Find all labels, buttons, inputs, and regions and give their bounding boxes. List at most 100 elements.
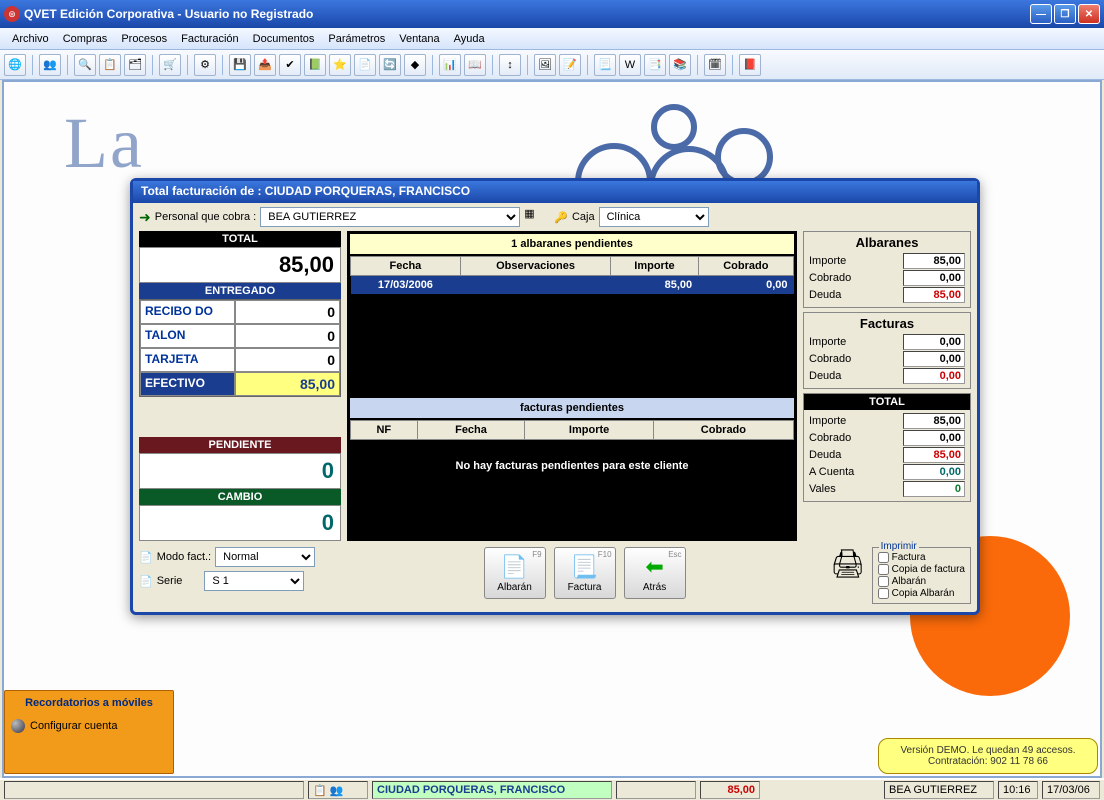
cambio-value: 0: [139, 505, 341, 541]
status-cell: [4, 781, 304, 799]
pendiente-value: 0: [139, 453, 341, 489]
brand-watermark: La: [64, 102, 144, 185]
dialog-title: Total facturación de : CIUDAD PORQUERAS,…: [133, 181, 977, 203]
tool-icon[interactable]: 📄: [354, 54, 376, 76]
tool-icon[interactable]: 📑: [644, 54, 666, 76]
doc-icon: 📄: [139, 551, 153, 564]
document-icon: 📃: [571, 554, 598, 580]
menu-ventana[interactable]: Ventana: [393, 31, 445, 47]
status-client: CIUDAD PORQUERAS, FRANCISCO: [372, 781, 612, 799]
tool-icon[interactable]: 🔍: [74, 54, 96, 76]
payment-row: TALON0: [140, 324, 340, 348]
summary-facturas: Facturas Importe0,00 Cobrado0,00 Deuda0,…: [803, 312, 971, 389]
personal-label: Personal que cobra :: [155, 211, 257, 223]
tool-icon[interactable]: 📊: [439, 54, 461, 76]
factura-button[interactable]: F10📃Factura: [554, 547, 616, 599]
reminders-title: Recordatorios a móviles: [11, 697, 167, 709]
caja-label: Caja: [572, 211, 595, 223]
tool-icon[interactable]: 🗓: [704, 54, 726, 76]
tool-icon[interactable]: 💾: [229, 54, 251, 76]
printer-icon[interactable]: 🖨: [830, 547, 866, 580]
payment-row: EFECTIVO85,00: [140, 372, 340, 396]
albaranes-table[interactable]: FechaObservacionesImporteCobrado 17/03/2…: [350, 256, 794, 294]
albaranes-title: 1 albaranes pendientes: [350, 234, 794, 254]
status-icons: 📋 👥: [308, 781, 368, 799]
status-date: 17/03/06: [1042, 781, 1100, 799]
summary-albaranes: Albaranes Importe85,00 Cobrado0,00 Deuda…: [803, 231, 971, 308]
caja-select[interactable]: Clínica: [599, 207, 709, 227]
facturas-table[interactable]: NFFechaImporteCobrado: [350, 420, 794, 440]
status-cell: [616, 781, 696, 799]
status-amount: 85,00: [700, 781, 760, 799]
print-options: Imprimir Factura Copia de factura Albará…: [872, 547, 971, 604]
tool-icon[interactable]: 📚: [669, 54, 691, 76]
tool-icon[interactable]: 📖: [464, 54, 486, 76]
facturas-empty: No hay facturas pendientes para este cli…: [350, 442, 794, 538]
pendiente-header: PENDIENTE: [139, 437, 341, 453]
tool-icon[interactable]: W: [619, 54, 641, 76]
doc-icon: 📄: [139, 575, 153, 588]
modo-label: Modo fact.:: [157, 551, 211, 563]
window-title: QVET Edición Corporativa - Usuario no Re…: [24, 7, 1030, 21]
tool-icon[interactable]: 🗂: [124, 54, 146, 76]
toolbar: 🌐 👥 🔍 📋 🗂 🛒 ⚙ 💾 📤 ✔ 📗 ⭐ 📄 🔄 ◆ 📊 📖 ↕ 🖼 📝 …: [0, 50, 1104, 80]
entregado-header: ENTREGADO: [139, 283, 341, 299]
serie-label: Serie: [157, 575, 183, 587]
table-row[interactable]: 17/03/2006 85,000,00: [351, 276, 794, 295]
tool-icon[interactable]: ⚙: [194, 54, 216, 76]
tool-icon[interactable]: ↕: [499, 54, 521, 76]
tool-icon[interactable]: 📋: [99, 54, 121, 76]
close-button[interactable]: ✕: [1078, 4, 1100, 24]
print-copia-albaran-check[interactable]: [878, 588, 889, 599]
tool-icon[interactable]: ⭐: [329, 54, 351, 76]
tool-icon[interactable]: 🛒: [159, 54, 181, 76]
tool-icon[interactable]: 🔄: [379, 54, 401, 76]
total-header: TOTAL: [139, 231, 341, 247]
facturas-title: facturas pendientes: [350, 398, 794, 418]
tool-icon[interactable]: ◆: [404, 54, 426, 76]
serie-select[interactable]: S 1: [204, 571, 304, 591]
cambio-header: CAMBIO: [139, 489, 341, 505]
menu-facturacion[interactable]: Facturación: [175, 31, 244, 47]
app-icon: ⊛: [4, 6, 20, 22]
menu-procesos[interactable]: Procesos: [115, 31, 173, 47]
statusbar: 📋 👥 CIUDAD PORQUERAS, FRANCISCO 85,00 BE…: [0, 778, 1104, 800]
menu-parametros[interactable]: Parámetros: [322, 31, 391, 47]
total-value: 85,00: [139, 247, 341, 283]
globe-icon: [11, 719, 25, 733]
print-factura-check[interactable]: [878, 552, 889, 563]
menu-ayuda[interactable]: Ayuda: [448, 31, 491, 47]
configure-account-link[interactable]: Configurar cuenta: [11, 719, 167, 733]
menu-compras[interactable]: Compras: [57, 31, 114, 47]
maximize-button[interactable]: ❐: [1054, 4, 1076, 24]
reminders-panel: Recordatorios a móviles Configurar cuent…: [4, 690, 174, 774]
print-albaran-check[interactable]: [878, 576, 889, 587]
menu-documentos[interactable]: Documentos: [247, 31, 321, 47]
demo-notice: Versión DEMO. Le quedan 49 accesos. Cont…: [878, 738, 1098, 774]
albaran-button[interactable]: F9📄Albarán: [484, 547, 546, 599]
tool-icon[interactable]: 📃: [594, 54, 616, 76]
menu-archivo[interactable]: Archivo: [6, 31, 55, 47]
status-time: 10:16: [998, 781, 1038, 799]
minimize-button[interactable]: —: [1030, 4, 1052, 24]
main-titlebar: ⊛ QVET Edición Corporativa - Usuario no …: [0, 0, 1104, 28]
payments-grid: RECIBO DO0 TALON0 TARJETA0 EFECTIVO85,00: [139, 299, 341, 397]
tool-icon[interactable]: 📤: [254, 54, 276, 76]
print-copia-factura-check[interactable]: [878, 564, 889, 575]
payment-row: TARJETA0: [140, 348, 340, 372]
tool-icon[interactable]: 🖼: [534, 54, 556, 76]
personal-select[interactable]: BEA GUTIERREZ: [260, 207, 520, 227]
tool-icon[interactable]: 🌐: [4, 54, 26, 76]
tool-icon[interactable]: 📝: [559, 54, 581, 76]
grid-icon[interactable]: ▦: [524, 207, 544, 227]
tool-icon[interactable]: 📕: [739, 54, 761, 76]
back-arrow-icon: ⬅: [645, 554, 663, 580]
modo-select[interactable]: Normal: [215, 547, 315, 567]
tool-icon[interactable]: 📗: [304, 54, 326, 76]
payment-row: RECIBO DO0: [140, 300, 340, 324]
arrow-icon: ➜: [139, 209, 151, 226]
tool-icon[interactable]: 👥: [39, 54, 61, 76]
tool-icon[interactable]: ✔: [279, 54, 301, 76]
summary-total: TOTAL Importe85,00 Cobrado0,00 Deuda85,0…: [803, 393, 971, 502]
atras-button[interactable]: Esc⬅Atrás: [624, 547, 686, 599]
